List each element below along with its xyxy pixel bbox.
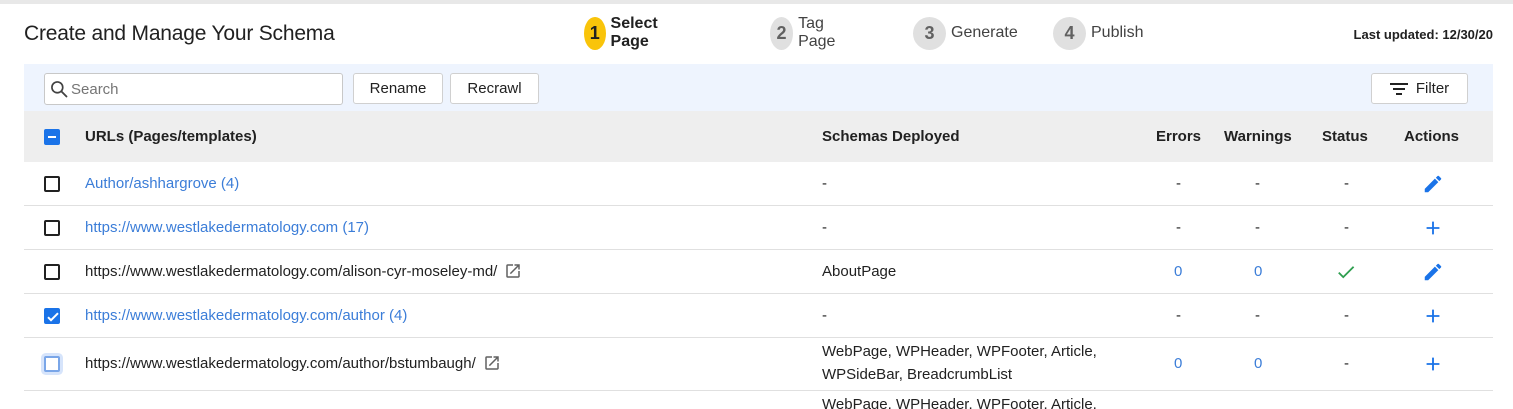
table-row: https://www.westlakedermatology.com/alis… [24,250,1493,294]
errors-cell: - [1176,307,1181,324]
row-checkbox[interactable] [44,356,60,372]
column-header-status[interactable]: Status [1322,128,1368,145]
column-header-errors[interactable]: Errors [1156,128,1201,145]
status-cell: - [1344,355,1349,372]
warnings-cell: - [1255,219,1260,236]
errors-count[interactable]: 0 [1174,263,1182,280]
schemas-cell-line1: WebPage, WPHeader, WPFooter, Article, [822,343,1097,360]
external-link-icon[interactable] [504,262,522,280]
search-icon [51,81,68,98]
step-label: Generate [951,24,1018,41]
table-row: Author/ashhargrove (4) - - - - [24,162,1493,206]
column-header-actions: Actions [1404,128,1460,145]
search-field[interactable] [44,73,343,105]
step-select-page[interactable]: 1 Select Page [584,15,669,50]
schemas-cell: - [822,219,827,236]
warnings-cell: - [1255,307,1260,324]
table-row: https://www.westlakedermatology.com (17)… [24,206,1493,250]
plus-icon[interactable] [1422,305,1444,327]
row-checkbox[interactable] [44,308,60,324]
url-text: https://www.westlakedermatology.com/alis… [85,262,498,280]
table-row: https://www.westlakedermatology.com/auth… [24,294,1493,338]
step-label: Publish [1091,24,1144,41]
column-header-warnings[interactable]: Warnings [1224,128,1292,145]
step-generate[interactable]: 3 Generate [913,16,1018,50]
url-link[interactable]: https://www.westlakedermatology.com/auth… [85,307,407,324]
pencil-icon[interactable] [1422,261,1444,283]
table-header: URLs (Pages/templates) Schemas Deployed … [24,111,1493,162]
url-cell: https://www.westlakedermatology.com/auth… [85,354,501,372]
filter-button[interactable]: Filter [1371,73,1468,104]
schemas-cell: AboutPage [822,263,897,280]
urls-table: URLs (Pages/templates) Schemas Deployed … [24,111,1493,409]
step-tag-page[interactable]: 2 Tag Page [770,15,845,50]
page-header: Create and Manage Your Schema 1 Select P… [24,4,1493,64]
row-checkbox[interactable] [44,220,60,236]
warnings-count[interactable]: 0 [1254,355,1262,372]
errors-cell: - [1176,175,1181,192]
pencil-icon[interactable] [1422,173,1444,195]
table-row: https://www.westlakedermatology.com/auth… [24,338,1493,391]
step-number: 1 [584,16,606,50]
rename-button[interactable]: Rename [353,73,443,104]
url-link[interactable]: Author/ashhargrove (4) [85,175,239,192]
status-cell: - [1344,219,1349,236]
page-title: Create and Manage Your Schema [24,22,335,45]
filter-icon [1389,82,1408,95]
errors-cell: - [1176,219,1181,236]
errors-count[interactable]: 0 [1174,355,1182,372]
select-all-checkbox[interactable] [44,129,60,145]
plus-icon[interactable] [1422,353,1444,375]
step-publish[interactable]: 4 Publish [1053,16,1144,50]
step-label: Tag Page [798,15,836,50]
schemas-cell: - [822,307,827,324]
step-label: Select Page [610,15,658,50]
warnings-count[interactable]: 0 [1254,263,1262,280]
plus-icon[interactable] [1422,217,1444,239]
checkmark-icon [47,312,59,322]
url-link[interactable]: https://www.westlakedermatology.com (17) [85,219,369,236]
external-link-icon[interactable] [483,354,501,372]
step-number: 2 [770,16,794,50]
row-checkbox[interactable] [44,264,60,280]
schemas-cell: WebPage, WPHeader, WPFooter, Article, [822,396,1097,409]
schemas-cell: - [822,175,827,192]
search-input[interactable] [71,80,331,98]
status-cell: - [1344,175,1349,192]
schemas-cell-line2: WPSideBar, BreadcrumbList [822,366,1013,383]
column-header-urls[interactable]: URLs (Pages/templates) [85,128,257,145]
warnings-cell: - [1255,175,1260,192]
table-row: WebPage, WPHeader, WPFooter, Article, [24,391,1493,409]
step-number: 4 [1053,16,1086,50]
recrawl-button[interactable]: Recrawl [450,73,539,104]
status-cell: - [1344,307,1349,324]
check-icon [1338,266,1355,279]
column-header-schemas[interactable]: Schemas Deployed [822,128,960,145]
filter-label: Filter [1415,80,1450,97]
url-cell: https://www.westlakedermatology.com/alis… [85,262,522,280]
step-number: 3 [913,16,946,50]
row-checkbox[interactable] [44,176,60,192]
table-toolbar: Rename Recrawl Filter [24,64,1493,111]
url-text: https://www.westlakedermatology.com/auth… [85,354,476,372]
last-updated: Last updated: 12/30/20 [1353,27,1493,42]
